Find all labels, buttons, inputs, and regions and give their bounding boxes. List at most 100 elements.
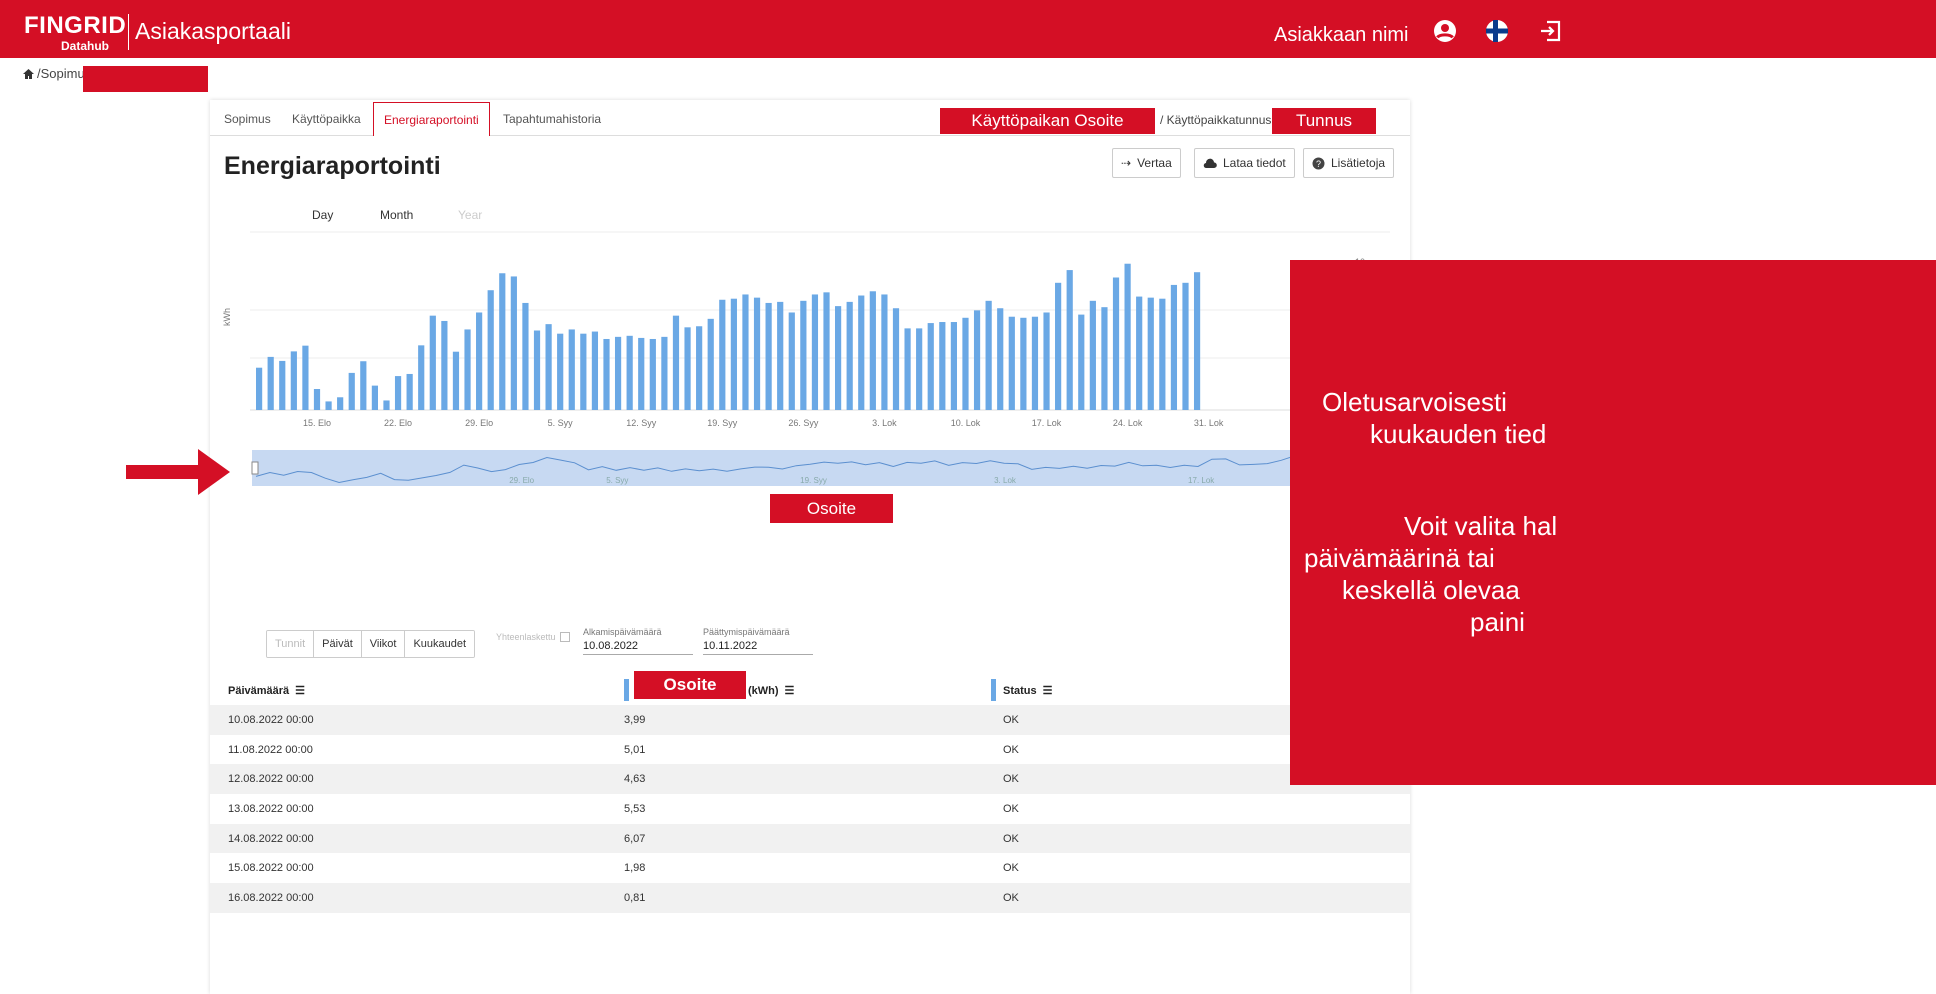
segment-viikot[interactable]: Viikot (361, 631, 406, 657)
end-date-value[interactable]: 10.11.2022 (703, 640, 813, 655)
chart-bar[interactable] (973, 310, 981, 410)
chart-bar[interactable] (452, 351, 460, 410)
table-row[interactable]: 10.08.2022 00:00 3,99 OK (210, 705, 1410, 735)
chart-bar[interactable] (348, 372, 355, 410)
column-header-status[interactable]: Status ☰ (1003, 684, 1053, 698)
start-date-field[interactable]: Alkamispäivämäärä 10.08.2022 (583, 627, 693, 655)
sort-icon[interactable]: ☰ (295, 684, 305, 697)
finnish-flag-icon[interactable] (1484, 18, 1510, 44)
home-icon[interactable] (22, 68, 35, 80)
chart-bar[interactable] (313, 389, 321, 410)
chart-bar[interactable] (939, 322, 946, 410)
chart-bar[interactable] (383, 400, 390, 410)
chart-bar[interactable] (684, 327, 691, 410)
start-date-value[interactable]: 10.08.2022 (583, 640, 693, 655)
chart-bar[interactable] (753, 297, 761, 410)
chart-bar[interactable] (997, 308, 1004, 410)
chart-bar[interactable] (661, 336, 668, 410)
chart-bar[interactable] (800, 300, 807, 410)
chart-bar[interactable] (325, 401, 332, 410)
chart-bar[interactable] (533, 330, 541, 411)
chart-bar[interactable] (290, 351, 297, 410)
chart-bar[interactable] (846, 301, 853, 410)
chart-bar[interactable] (788, 312, 795, 410)
user-account-icon[interactable] (1432, 18, 1458, 44)
chart-bar[interactable] (487, 290, 494, 410)
chart-bar[interactable] (719, 299, 726, 410)
chart-bar[interactable] (1136, 296, 1143, 410)
breadcrumb-path[interactable]: /Sopimu (37, 66, 85, 81)
chart-bar[interactable] (765, 302, 772, 410)
chart-bar[interactable] (1112, 277, 1120, 411)
chart-bar[interactable] (916, 328, 923, 410)
table-row[interactable]: 14.08.2022 00:00 6,07 OK (210, 823, 1410, 854)
chart-bar[interactable] (985, 300, 992, 410)
chart-bar[interactable] (302, 345, 309, 410)
chart-bar[interactable] (1031, 316, 1039, 410)
sort-icon[interactable]: ☰ (785, 684, 795, 697)
chart-bar[interactable] (649, 338, 656, 410)
sort-icon[interactable]: ☰ (1043, 684, 1053, 697)
chart-bar[interactable] (1066, 270, 1073, 410)
chart-bar[interactable] (730, 298, 737, 410)
chart-bar[interactable] (1055, 282, 1062, 410)
summary-checkbox[interactable] (559, 632, 570, 642)
chart-bar[interactable] (476, 312, 483, 410)
chart-bar[interactable] (1008, 316, 1015, 410)
segment-tunnit[interactable]: Tunnit (267, 631, 314, 657)
chart-bar[interactable] (1101, 307, 1108, 410)
chart-bar[interactable] (337, 397, 344, 410)
chart-bar[interactable] (557, 333, 564, 410)
segment-kuukaudet[interactable]: Kuukaudet (405, 631, 475, 657)
chart-bar[interactable] (371, 385, 378, 410)
chart-bar[interactable] (904, 328, 911, 410)
chart-bar[interactable] (429, 315, 436, 410)
chart-bar[interactable] (568, 329, 575, 410)
table-row[interactable]: 12.08.2022 00:00 4,63 OK (210, 764, 1410, 795)
segment-paivat[interactable]: Päivät (313, 631, 362, 657)
chart-bar[interactable] (1089, 300, 1096, 410)
logout-icon[interactable] (1538, 18, 1564, 44)
chart-bar[interactable] (1159, 298, 1166, 410)
chart-bar[interactable] (279, 360, 286, 410)
chart-bar[interactable] (394, 376, 402, 410)
chart-bar[interactable] (811, 294, 819, 410)
table-row[interactable]: 11.08.2022 00:00 5,01 OK (210, 735, 1410, 765)
chart-bar[interactable] (360, 361, 367, 410)
chart-bar[interactable] (927, 323, 934, 410)
fingrid-logo[interactable]: FINGRID Datahub (24, 14, 126, 53)
chart-bar[interactable] (1020, 317, 1027, 410)
chart-bar[interactable] (638, 337, 645, 410)
column-header-date[interactable]: Päivämäärä ☰ (228, 684, 305, 698)
navigator-handle[interactable] (251, 461, 259, 475)
chart-bar[interactable] (1078, 314, 1085, 410)
chart-bar[interactable] (614, 336, 622, 410)
chart-bar[interactable] (1147, 297, 1154, 410)
chart-bar[interactable] (418, 345, 425, 410)
chart-bar[interactable] (1182, 282, 1189, 410)
end-date-field[interactable]: Päättymispäivämäärä 10.11.2022 (703, 627, 813, 655)
chart-bar[interactable] (1043, 312, 1050, 410)
chart-bar[interactable] (777, 301, 784, 410)
chart-bar[interactable] (742, 294, 749, 410)
chart-bar[interactable] (1193, 272, 1201, 410)
chart-bar[interactable] (499, 273, 506, 410)
chart-bar[interactable] (881, 294, 888, 410)
chart-bar[interactable] (1124, 263, 1131, 410)
chart-bar[interactable] (869, 291, 876, 410)
chart-bar[interactable] (603, 338, 610, 410)
chart-bar[interactable] (580, 333, 587, 410)
chart-bar[interactable] (256, 367, 263, 410)
chart-bar[interactable] (835, 306, 842, 410)
table-row[interactable]: 16.08.2022 00:00 0,81 OK (210, 883, 1410, 913)
chart-bar[interactable] (522, 302, 529, 410)
summary-toggle[interactable]: Yhteenlaskettu (496, 632, 570, 642)
chart-bar[interactable] (858, 295, 865, 410)
table-row[interactable]: 15.08.2022 00:00 1,98 OK (210, 853, 1410, 883)
chart-bar[interactable] (464, 329, 471, 410)
chart-bar[interactable] (441, 320, 448, 410)
chart-bar[interactable] (1170, 284, 1178, 410)
chart-bar[interactable] (962, 317, 969, 410)
chart-bar[interactable] (696, 326, 703, 410)
chart-bar[interactable] (545, 324, 552, 410)
